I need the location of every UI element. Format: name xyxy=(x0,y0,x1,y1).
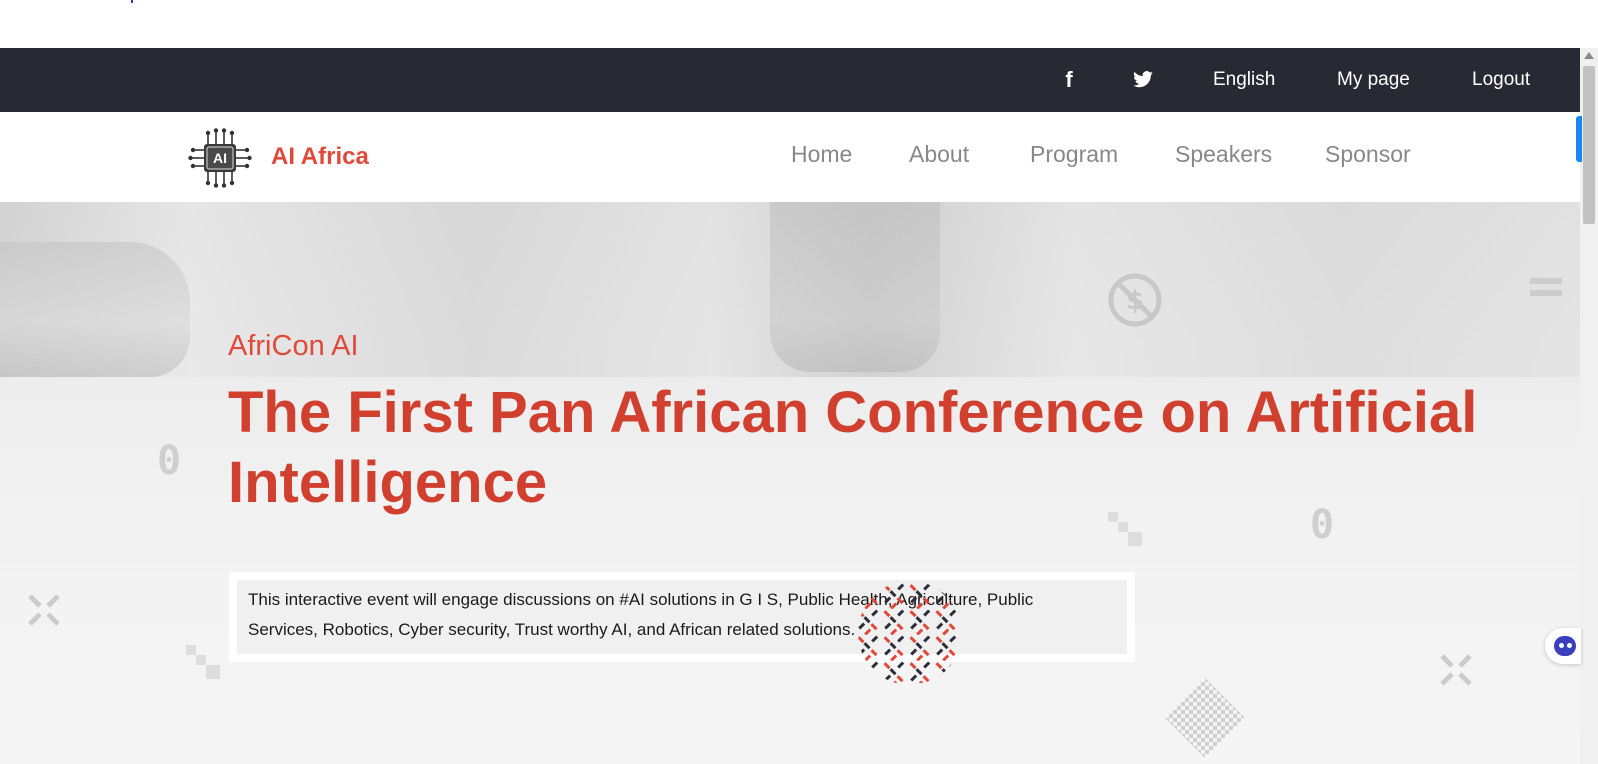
nav-program[interactable]: Program xyxy=(1030,141,1118,168)
chat-bot-face xyxy=(1554,636,1576,656)
top-blank-strip xyxy=(0,0,1580,48)
pixel-step-decoration xyxy=(1108,512,1148,557)
binary-zero-left: 0 xyxy=(157,438,182,484)
language-selector[interactable]: English xyxy=(1213,48,1275,112)
nav-about[interactable]: About xyxy=(909,141,969,168)
nav-speakers[interactable]: Speakers xyxy=(1175,141,1272,168)
checkered-diamond-decoration xyxy=(1165,678,1245,763)
menu-lines-icon xyxy=(1530,278,1562,303)
background-shoe xyxy=(0,242,190,377)
logout-link[interactable]: Logout xyxy=(1472,48,1530,112)
svg-text:$: $ xyxy=(1126,286,1144,316)
chat-bot-eye xyxy=(1567,643,1572,648)
hero-subtitle: AfriCon AI xyxy=(228,330,359,362)
twitter-icon[interactable] xyxy=(1132,48,1158,112)
nav-home[interactable]: Home xyxy=(791,141,852,168)
nav-sponsor[interactable]: Sponsor xyxy=(1325,141,1411,168)
no-dollar-icon: $ xyxy=(1108,273,1162,332)
scroll-up-arrow-icon[interactable] xyxy=(1584,52,1594,59)
link-dot xyxy=(131,0,133,3)
woven-pattern-circle xyxy=(855,583,965,688)
utility-bar: f English My page Logout xyxy=(0,48,1580,112)
x-cross-icon xyxy=(1438,652,1474,693)
facebook-icon[interactable]: f xyxy=(1059,48,1079,112)
hero-headline: The First Pan African Conference on Arti… xyxy=(228,380,1478,515)
hero-description: This interactive event will engage discu… xyxy=(248,590,1034,639)
pixel-step-decoration xyxy=(186,645,226,690)
background-boot xyxy=(770,202,940,372)
x-cross-icon xyxy=(26,592,62,633)
my-page-link[interactable]: My page xyxy=(1337,48,1410,112)
scrollbar-thumb[interactable] xyxy=(1583,66,1595,224)
side-feedback-tab[interactable] xyxy=(1576,116,1582,162)
chat-bot-eye xyxy=(1559,643,1564,648)
logo-chip-text: AI xyxy=(213,150,227,166)
ai-chip-logo-icon[interactable]: AI xyxy=(188,128,252,188)
brand-name[interactable]: AI Africa xyxy=(271,143,369,171)
